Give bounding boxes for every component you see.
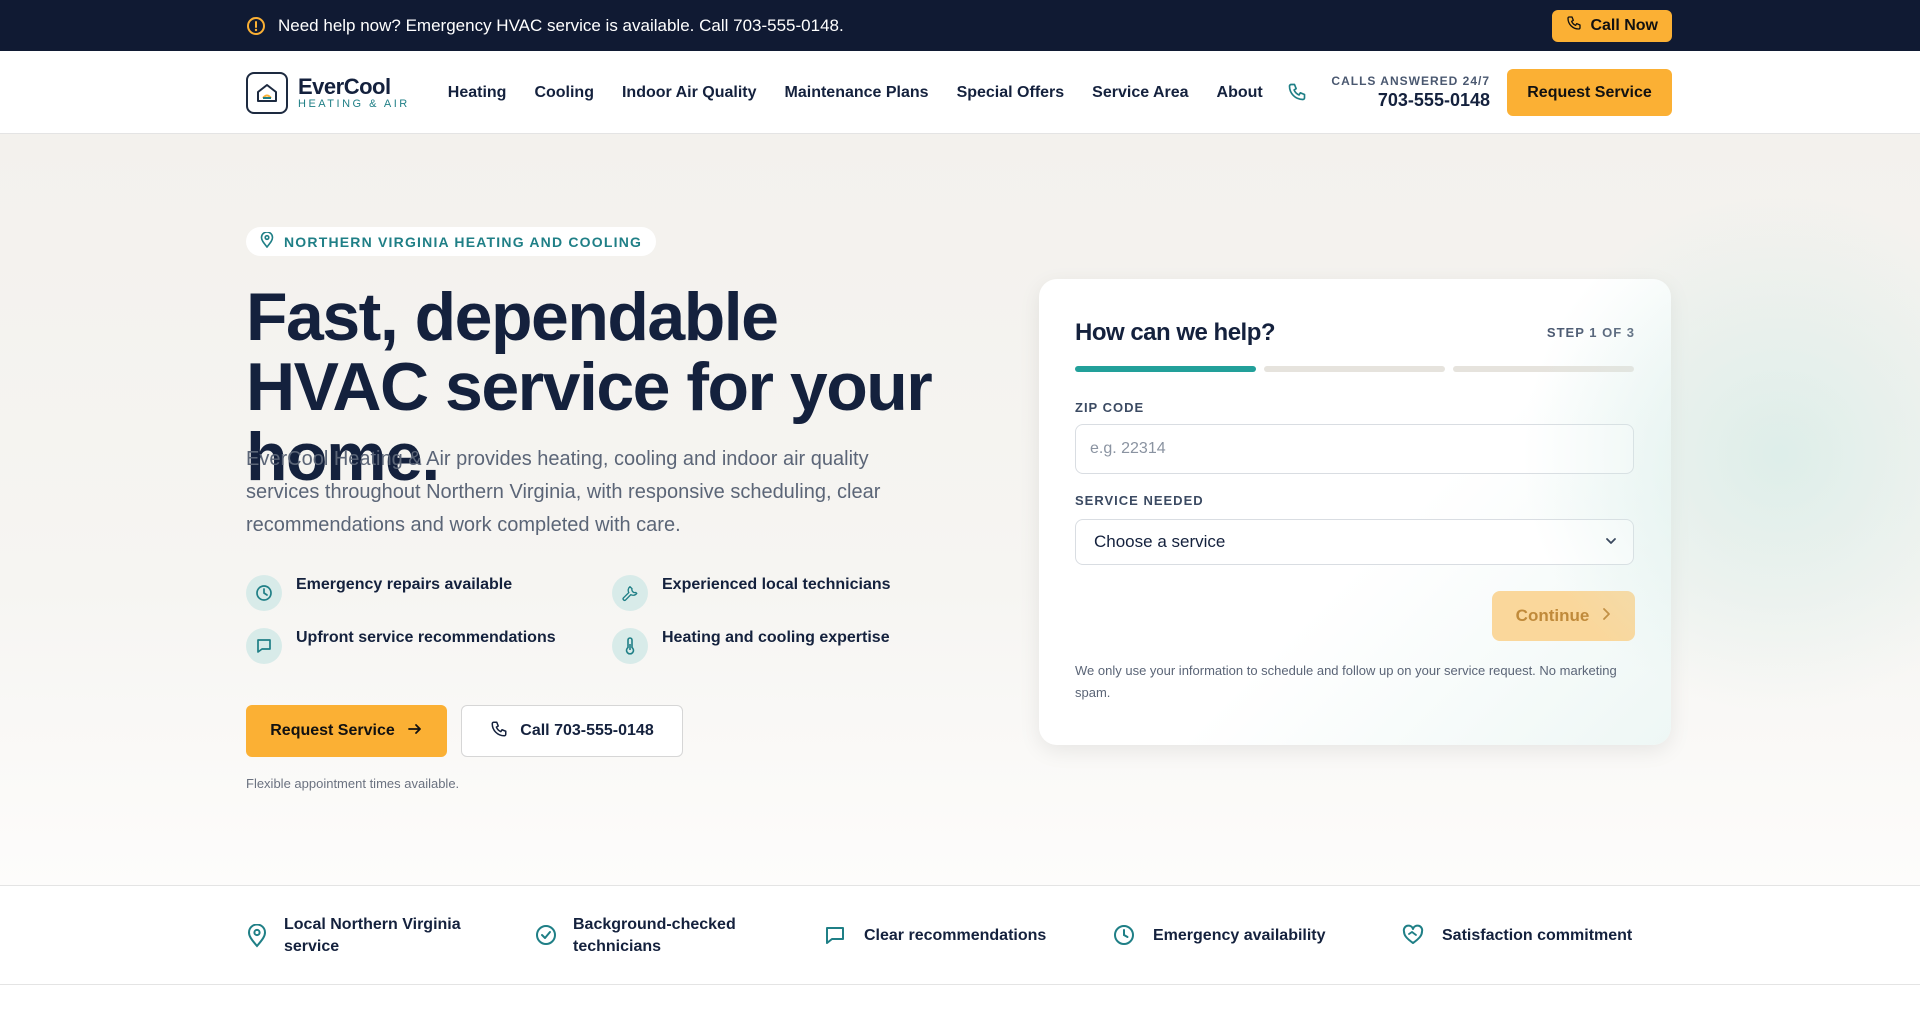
call-now-label: Call Now <box>1590 16 1658 34</box>
feature-label: Heating and cooling expertise <box>662 629 890 646</box>
nav-cooling[interactable]: Cooling <box>534 84 594 102</box>
message-icon <box>246 628 282 664</box>
header-phone-number: 703-555-0148 <box>1377 90 1490 110</box>
trust-item: Emergency availability <box>1113 886 1353 986</box>
feature-label: Upfront service recommendations <box>296 629 556 646</box>
phone-icon <box>1287 82 1309 104</box>
logo[interactable]: EverCool HEATING & AIR <box>246 71 410 114</box>
hero-description: EverCool Heating & Air provides heating,… <box>246 448 881 536</box>
arrow-right-icon <box>407 721 423 742</box>
main-nav: Heating Cooling Indoor Air Quality Maint… <box>448 84 1263 102</box>
feature-item: Emergency repairs available <box>246 575 512 611</box>
topbar-message-text: Need help now? Emergency HVAC service is… <box>278 15 844 35</box>
chevron-down-icon <box>1605 532 1617 552</box>
form-progress <box>1075 366 1634 372</box>
zip-label: ZIP CODE <box>1075 400 1145 415</box>
phone-icon <box>490 720 508 743</box>
heart-handshake-icon <box>1402 924 1426 948</box>
nav-indoor-air-quality[interactable]: Indoor Air Quality <box>622 84 757 102</box>
privacy-note: We only use your information to schedule… <box>1075 663 1617 700</box>
form-step-indicator: STEP 1 OF 3 <box>1546 325 1635 340</box>
continue-label: Continue <box>1515 606 1590 625</box>
nav-heating[interactable]: Heating <box>448 84 507 102</box>
badge-check-icon <box>535 924 557 948</box>
map-pin-icon <box>246 924 268 948</box>
trust-label: Background-checked technicians <box>573 916 736 955</box>
trust-item: Local Northern Virginia service <box>246 886 476 986</box>
continue-button[interactable]: Continue <box>1492 591 1635 641</box>
request-service-button[interactable]: Request Service <box>1507 69 1672 116</box>
nav-special-offers[interactable]: Special Offers <box>957 84 1065 102</box>
progress-segment <box>1264 366 1445 372</box>
logo-tagline: HEATING & AIR <box>298 97 410 110</box>
service-label: SERVICE NEEDED <box>1075 493 1204 508</box>
message-icon <box>824 924 848 948</box>
feature-item: Heating and cooling expertise <box>612 628 890 664</box>
clock-icon <box>1113 924 1137 948</box>
map-pin-icon <box>260 231 274 251</box>
hero-request-service-button[interactable]: Request Service <box>246 705 447 757</box>
hero-cta-row: Request Service Call 703-555-0148 <box>246 705 683 757</box>
form-title: How can we help? <box>1075 319 1276 346</box>
service-select[interactable]: Choose a service <box>1075 519 1634 565</box>
trust-item: Satisfaction commitment <box>1402 886 1662 986</box>
nav-service-area[interactable]: Service Area <box>1092 84 1188 102</box>
nav-maintenance-plans[interactable]: Maintenance Plans <box>785 84 929 102</box>
trust-strip: Local Northern Virginia service Backgrou… <box>0 885 1920 985</box>
hero-section: NORTHERN VIRGINIA HEATING AND COOLING Fa… <box>0 134 1920 885</box>
feature-item: Upfront service recommendations <box>246 628 556 664</box>
feature-item: Experienced local technicians <box>612 575 891 611</box>
service-request-form: How can we help? STEP 1 OF 3 ZIP CODE SE… <box>1039 279 1671 745</box>
emergency-topbar: Need help now? Emergency HVAC service is… <box>0 0 1920 51</box>
topbar-message: Need help now? Emergency HVAC service is… <box>246 16 844 36</box>
feature-label: Emergency repairs available <box>296 576 513 593</box>
location-badge: NORTHERN VIRGINIA HEATING AND COOLING <box>246 227 657 256</box>
house-logo-icon <box>246 71 288 114</box>
alert-circle-icon <box>246 16 266 36</box>
calls-caption: CALLS ANSWERED 24/7 <box>1331 74 1490 88</box>
hero-call-button[interactable]: Call 703-555-0148 <box>461 705 683 757</box>
progress-segment <box>1453 366 1634 372</box>
header-phone[interactable]: CALLS ANSWERED 24/7 703-555-0148 <box>1287 74 1490 111</box>
clock-icon <box>246 575 282 611</box>
appointment-note: Flexible appointment times available. <box>246 776 460 791</box>
site-header: EverCool HEATING & AIR Heating Cooling I… <box>0 51 1920 134</box>
hero-request-service-label: Request Service <box>270 722 395 739</box>
feature-label: Experienced local technicians <box>662 576 891 593</box>
trust-label: Satisfaction commitment <box>1442 927 1633 944</box>
progress-segment <box>1075 366 1256 372</box>
trust-label: Local Northern Virginia service <box>284 916 461 955</box>
service-select-value: Choose a service <box>1094 532 1226 551</box>
nav-about[interactable]: About <box>1217 84 1263 102</box>
phone-icon <box>1566 15 1582 36</box>
logo-name: EverCool <box>298 73 391 99</box>
location-badge-text: NORTHERN VIRGINIA HEATING AND COOLING <box>284 233 643 250</box>
trust-label: Clear recommendations <box>864 927 1047 944</box>
trust-item: Background-checked technicians <box>535 886 765 986</box>
zip-code-input[interactable] <box>1075 424 1634 474</box>
trust-item: Clear recommendations <box>824 886 1064 986</box>
trust-label: Emergency availability <box>1153 927 1326 944</box>
thermometer-icon <box>612 628 648 664</box>
hero-call-label: Call 703-555-0148 <box>520 722 654 739</box>
call-now-button[interactable]: Call Now <box>1552 9 1672 42</box>
chevron-right-icon <box>1601 606 1611 626</box>
wrench-icon <box>612 575 648 611</box>
